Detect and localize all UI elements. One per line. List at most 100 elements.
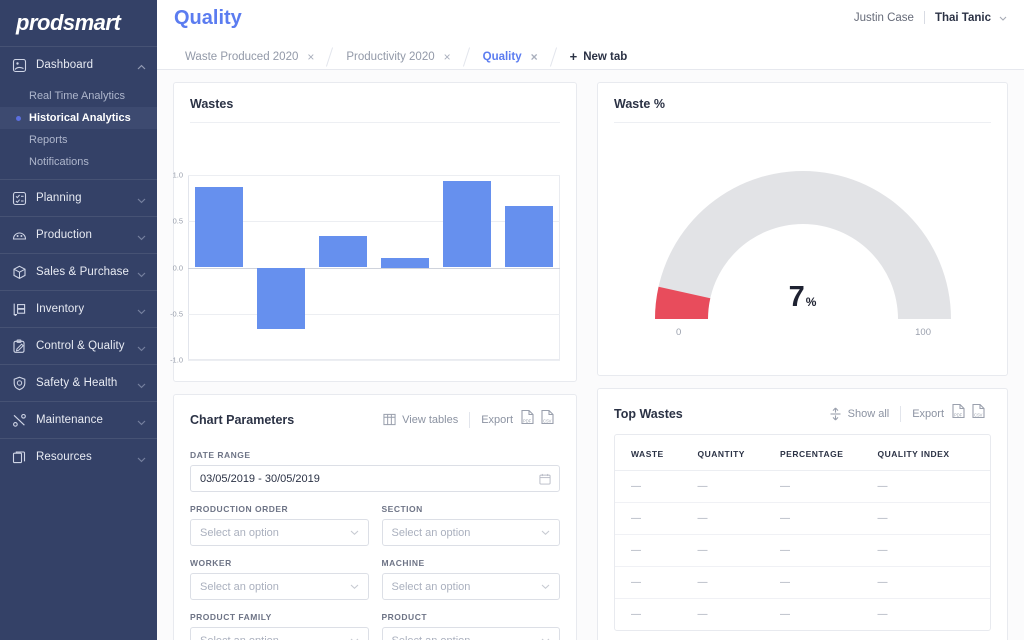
production-order-select[interactable]: Select an option <box>190 519 369 546</box>
tab-quality[interactable]: Quality× <box>472 43 549 70</box>
tab-separator <box>549 43 559 70</box>
sidebar-item-production[interactable]: Production <box>0 217 157 253</box>
sidebar-subitem-notifications[interactable]: Notifications <box>0 151 157 173</box>
worker-machine-row: WORKER Select an option MACHINE <box>174 558 576 600</box>
expand-vertical-icon <box>829 407 842 421</box>
bar-chart-plot: 1.00.50.0-0.5-1.0 <box>188 175 560 360</box>
worker-select[interactable]: Select an option <box>190 573 369 600</box>
table-row[interactable]: ———— <box>615 567 990 599</box>
chevron-down-icon[interactable] <box>998 13 1008 23</box>
sidebar: prodsmart DashboardReal Time Analytics Hi… <box>0 0 157 640</box>
product-select[interactable]: Select an option <box>382 627 561 640</box>
box-icon <box>12 265 27 280</box>
table-cell: — <box>698 471 781 503</box>
gauge-number: 7 <box>789 281 804 313</box>
machine-value: Select an option <box>392 581 471 593</box>
sidebar-item-dashboard[interactable]: Dashboard <box>0 47 157 83</box>
chevron-down-icon[interactable] <box>540 581 551 595</box>
chevron-down-icon[interactable] <box>136 378 147 389</box>
chevron-up-icon[interactable] <box>136 60 147 71</box>
sidebar-item-label: Maintenance <box>36 414 136 426</box>
view-tables-button[interactable]: View tables <box>383 413 458 426</box>
top-wastes-title: Top Wastes <box>614 407 829 421</box>
production-icon <box>12 228 27 243</box>
chevron-down-icon[interactable] <box>540 635 551 640</box>
table-cell: — <box>878 503 991 535</box>
sidebar-subitem-label: Reports <box>29 134 68 146</box>
machine-field: MACHINE Select an option <box>382 558 561 600</box>
sidebar-item-resources[interactable]: Resources <box>0 439 157 475</box>
sidebar-item-control-quality[interactable]: Control & Quality <box>0 328 157 364</box>
table-body: ———————————————————— <box>615 471 990 631</box>
bar-1[interactable] <box>195 187 242 267</box>
tab-close-icon[interactable]: × <box>531 51 538 63</box>
date-range-row: DATE RANGE 03/05/2019 - 30/05/2019 <box>174 450 576 492</box>
page-title: Quality <box>174 7 242 30</box>
chevron-down-icon[interactable] <box>136 304 147 315</box>
new-tab-button[interactable]: +New tab <box>559 43 639 70</box>
y-axis-tick-label: 1.0 <box>173 171 183 180</box>
show-all-button[interactable]: Show all <box>829 407 890 421</box>
bar-4[interactable] <box>381 258 428 267</box>
chevron-down-icon[interactable] <box>136 230 147 241</box>
table-row[interactable]: ———— <box>615 503 990 535</box>
y-axis-tick-label: -0.5 <box>170 309 183 318</box>
column-header: WASTE <box>615 435 698 471</box>
sidebar-item-safety-health[interactable]: Safety & Health <box>0 365 157 401</box>
calendar-icon[interactable] <box>539 473 551 488</box>
worker-field: WORKER Select an option <box>190 558 369 600</box>
section-select[interactable]: Select an option <box>382 519 561 546</box>
product-label: PRODUCT <box>382 612 561 622</box>
table-row[interactable]: ———— <box>615 535 990 567</box>
export-csv-icon[interactable]: CSV <box>540 409 555 430</box>
bar-5[interactable] <box>443 181 490 267</box>
tab-separator <box>462 43 472 70</box>
chevron-down-icon[interactable] <box>540 527 551 541</box>
user-divider <box>924 11 925 24</box>
toolbar-divider <box>900 406 901 422</box>
active-dot-icon <box>16 116 21 121</box>
product-family-select[interactable]: Select an option <box>190 627 369 640</box>
tab-close-icon[interactable]: × <box>307 51 314 63</box>
user-area[interactable]: Justin Case Thai Tanic <box>854 11 1008 24</box>
svg-text:CSV: CSV <box>543 419 552 424</box>
chevron-down-icon[interactable] <box>136 267 147 278</box>
chevron-down-icon[interactable] <box>349 635 360 640</box>
tab-close-icon[interactable]: × <box>444 51 451 63</box>
sidebar-item-maintenance[interactable]: Maintenance <box>0 402 157 438</box>
sidebar-group-maintenance: Maintenance <box>0 401 157 438</box>
export-pdf-icon[interactable]: PDF <box>520 409 535 430</box>
chevron-down-icon[interactable] <box>136 193 147 204</box>
export-csv-icon[interactable]: CSV <box>971 403 986 424</box>
chevron-down-icon[interactable] <box>136 341 147 352</box>
bar-2[interactable] <box>257 268 304 330</box>
sidebar-subitem-label: Historical Analytics <box>29 112 131 124</box>
tab-productivity-2020[interactable]: Productivity 2020× <box>335 43 461 70</box>
top-wastes-card: Top Wastes Show all <box>597 388 1008 640</box>
sidebar-item-sales-purchase[interactable]: Sales & Purchase <box>0 254 157 290</box>
chevron-down-icon[interactable] <box>349 527 360 541</box>
chevron-down-icon[interactable] <box>136 452 147 463</box>
chevron-down-icon[interactable] <box>136 415 147 426</box>
table-row[interactable]: ———— <box>615 599 990 631</box>
sidebar-subitem-reports[interactable]: Reports <box>0 129 157 151</box>
table-row[interactable]: ———— <box>615 471 990 503</box>
sidebar-item-planning[interactable]: Planning <box>0 180 157 216</box>
sidebar-subitem-real-time-analytics[interactable]: Real Time Analytics <box>0 85 157 107</box>
date-range-input[interactable]: 03/05/2019 - 30/05/2019 <box>190 465 560 492</box>
table-cell: — <box>615 471 698 503</box>
sidebar-item-inventory[interactable]: Inventory <box>0 291 157 327</box>
tab-waste-produced-2020[interactable]: Waste Produced 2020× <box>174 43 325 70</box>
export-pdf-icon[interactable]: PDF <box>951 403 966 424</box>
bar-6[interactable] <box>505 206 552 267</box>
view-tables-label: View tables <box>402 414 458 426</box>
sidebar-subitem-historical-analytics[interactable]: Historical Analytics <box>0 107 157 129</box>
bar-3[interactable] <box>319 236 366 267</box>
tab-bar: Waste Produced 2020× Productivity 2020× Qu… <box>174 43 638 70</box>
product-field: PRODUCT Select an option <box>382 612 561 640</box>
brand-logo[interactable]: prodsmart <box>0 0 157 46</box>
machine-select[interactable]: Select an option <box>382 573 561 600</box>
date-range-label: DATE RANGE <box>190 450 560 460</box>
chevron-down-icon[interactable] <box>349 581 360 595</box>
gauge-value: 7% <box>598 281 1007 314</box>
